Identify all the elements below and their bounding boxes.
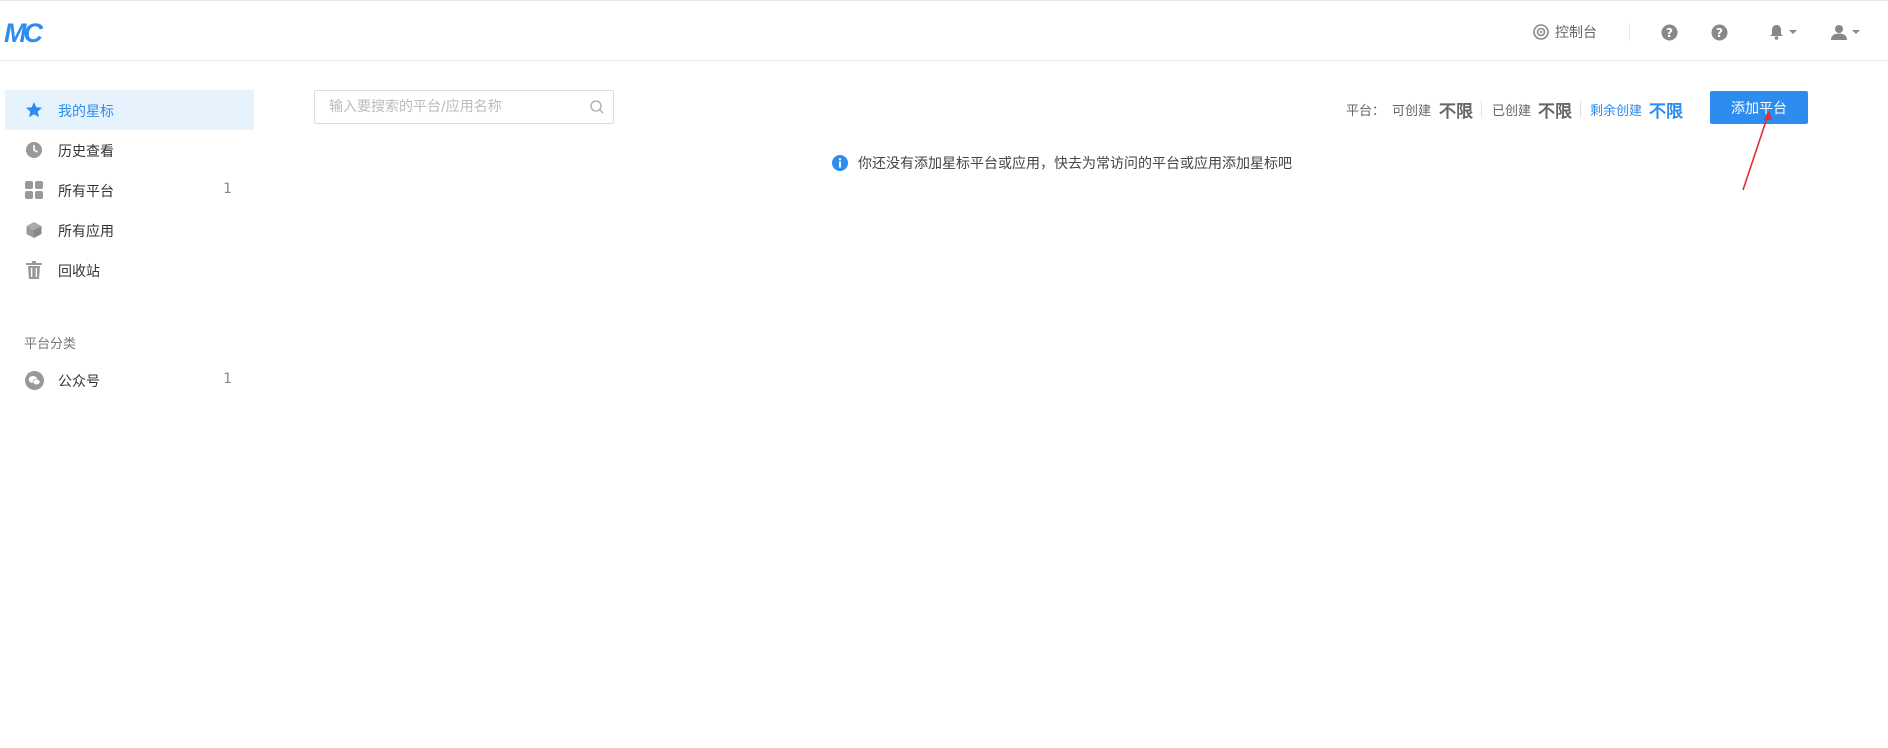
sidebar-item-all-platforms[interactable]: 所有平台 1	[5, 170, 254, 210]
console-label: 控制台	[1555, 25, 1597, 41]
annotation-arrow	[1742, 111, 1772, 191]
chevron-down-icon	[1852, 30, 1860, 34]
search-icon[interactable]	[590, 100, 604, 114]
console-link[interactable]: 控制台	[1533, 21, 1597, 43]
sidebar-item-recycle-bin[interactable]: 回收站	[5, 250, 254, 290]
empty-starred-notice: 你还没有添加星标平台或应用，快去为常访问的平台或应用添加星标吧	[832, 153, 1292, 173]
help-center-button[interactable]: ?	[1711, 22, 1728, 42]
svg-text:?: ?	[1716, 26, 1723, 40]
creatable-value: 不限	[1439, 102, 1473, 122]
grid-icon	[24, 180, 44, 200]
sidebar-item-label: 历史查看	[58, 144, 114, 160]
sidebar-item-count: 1	[223, 181, 232, 197]
sidebar-item-history[interactable]: 历史查看	[5, 130, 254, 170]
created-label: 已创建	[1492, 104, 1532, 119]
sidebar-item-count: 1	[223, 371, 232, 387]
created-value: 不限	[1538, 102, 1572, 122]
sidebar-item-starred[interactable]: 我的星标	[5, 90, 254, 130]
sidebar-item-label: 所有应用	[58, 224, 114, 240]
svg-text:MC: MC	[4, 18, 43, 46]
info-icon	[832, 155, 848, 171]
search-input[interactable]	[315, 91, 584, 123]
clock-icon	[24, 140, 44, 160]
creatable-label: 可创建	[1392, 104, 1432, 119]
sidebar-item-label: 所有平台	[58, 184, 114, 200]
search-box	[314, 90, 614, 124]
user-icon	[1831, 25, 1847, 40]
console-icon	[1533, 24, 1549, 40]
sidebar: 我的星标 历史查看 所有平台 1 所有应用 回收站 平台分类 公众号 1	[5, 90, 254, 390]
quota-label: 平台：	[1346, 104, 1386, 119]
remaining-label: 剩余创建	[1590, 104, 1643, 119]
help-icon: ?	[1711, 24, 1728, 40]
sidebar-item-wechat-official[interactable]: 公众号 1	[5, 360, 254, 400]
sidebar-item-label: 公众号	[58, 374, 100, 390]
notifications-dropdown[interactable]	[1769, 22, 1797, 42]
help-button[interactable]: ?	[1661, 22, 1678, 42]
help-icon: ?	[1661, 24, 1678, 40]
top-navbar: MC 控制台 ? ?	[0, 0, 1888, 61]
empty-notice-text: 你还没有添加星标平台或应用，快去为常访问的平台或应用添加星标吧	[858, 156, 1292, 172]
remaining-value: 不限	[1649, 102, 1683, 122]
sidebar-item-all-apps[interactable]: 所有应用	[5, 210, 254, 250]
bell-icon	[1770, 25, 1783, 40]
chevron-down-icon	[1789, 30, 1797, 34]
svg-text:?: ?	[1666, 26, 1673, 40]
quota-divider	[1481, 101, 1482, 117]
star-icon	[24, 100, 44, 120]
trash-icon	[24, 260, 44, 280]
user-menu-dropdown[interactable]	[1831, 22, 1860, 42]
quota-divider	[1580, 101, 1581, 117]
platform-quota: 平台： 可创建 不限 已创建 不限 剩余创建 不限	[1346, 98, 1686, 122]
sidebar-section-title: 平台分类	[24, 337, 77, 352]
sidebar-item-label: 回收站	[58, 264, 100, 280]
brand-logo[interactable]: MC	[4, 18, 52, 46]
navbar-divider	[1629, 23, 1630, 41]
cube-icon	[24, 220, 44, 240]
sidebar-item-label: 我的星标	[58, 104, 114, 120]
wechat-icon	[24, 370, 44, 390]
